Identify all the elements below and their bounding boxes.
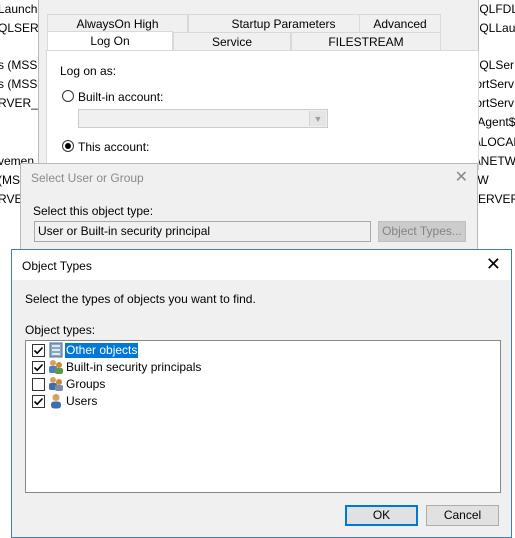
tab-advanced[interactable]: Advanced [359,14,441,32]
checkbox-users[interactable] [32,395,45,408]
other-objects-icon [49,342,63,358]
service-properties-dialog: AlwaysOn High Availability Startup Param… [38,0,479,170]
close-icon[interactable]: ✕ [486,255,501,273]
builtin-account-label: Built-in account: [78,90,164,104]
builtin-account-combo[interactable]: ▼ [78,109,328,128]
object-types-label: Object types: [25,323,96,337]
item-label: Groups [66,377,106,391]
tab-filestream[interactable]: FILESTREAM [291,32,441,50]
dialog-title: Object Types [22,259,92,273]
object-types-button[interactable]: Object Types... [378,221,466,242]
log-on-panel: Log on as: Built-in account: ▼ This acco… [46,50,479,170]
checkbox-builtin-principals[interactable] [32,361,45,374]
tab-startup-parameters[interactable]: Startup Parameters [188,14,379,32]
tab-log-on[interactable]: Log On [47,31,173,51]
object-type-label: Select this object type: [33,204,154,218]
item-label: Users [66,394,98,408]
this-account-label: This account: [78,140,150,154]
log-on-as-label: Log on as: [60,64,117,78]
select-user-or-group-dialog: Select User or Group ✕ Select this objec… [20,163,478,251]
ok-button[interactable]: OK [345,505,418,526]
close-icon[interactable]: ✕ [455,167,468,187]
checkbox-other-objects[interactable] [32,344,45,357]
dialog-title: Select User or Group [31,171,144,185]
bg-row-left: s (MSS [0,58,38,72]
this-account-radio[interactable] [62,140,74,152]
item-label: Built-in security principals [66,360,202,374]
cancel-button[interactable]: Cancel [426,505,499,526]
builtin-account-radio[interactable] [62,90,74,102]
groups-icon [49,377,63,391]
object-types-list[interactable]: Other objects Built-in security principa… [25,340,501,493]
object-type-field: User or Built-in security principal [34,221,371,242]
title-bar: Object Types ✕ [12,250,511,280]
tab-service[interactable]: Service [173,32,291,50]
security-principals-icon [49,360,63,374]
instruction-text: Select the types of objects you want to … [25,292,256,306]
checkbox-groups[interactable] [32,378,45,391]
item-label: Other objects [65,343,139,358]
tab-alwayson[interactable]: AlwaysOn High Availability [47,14,188,49]
chevron-down-icon: ▼ [309,111,326,126]
user-icon [51,394,61,409]
bg-row-left: s (MSS [0,77,38,91]
object-types-dialog: Object Types ✕ Select the types of objec… [11,249,512,538]
